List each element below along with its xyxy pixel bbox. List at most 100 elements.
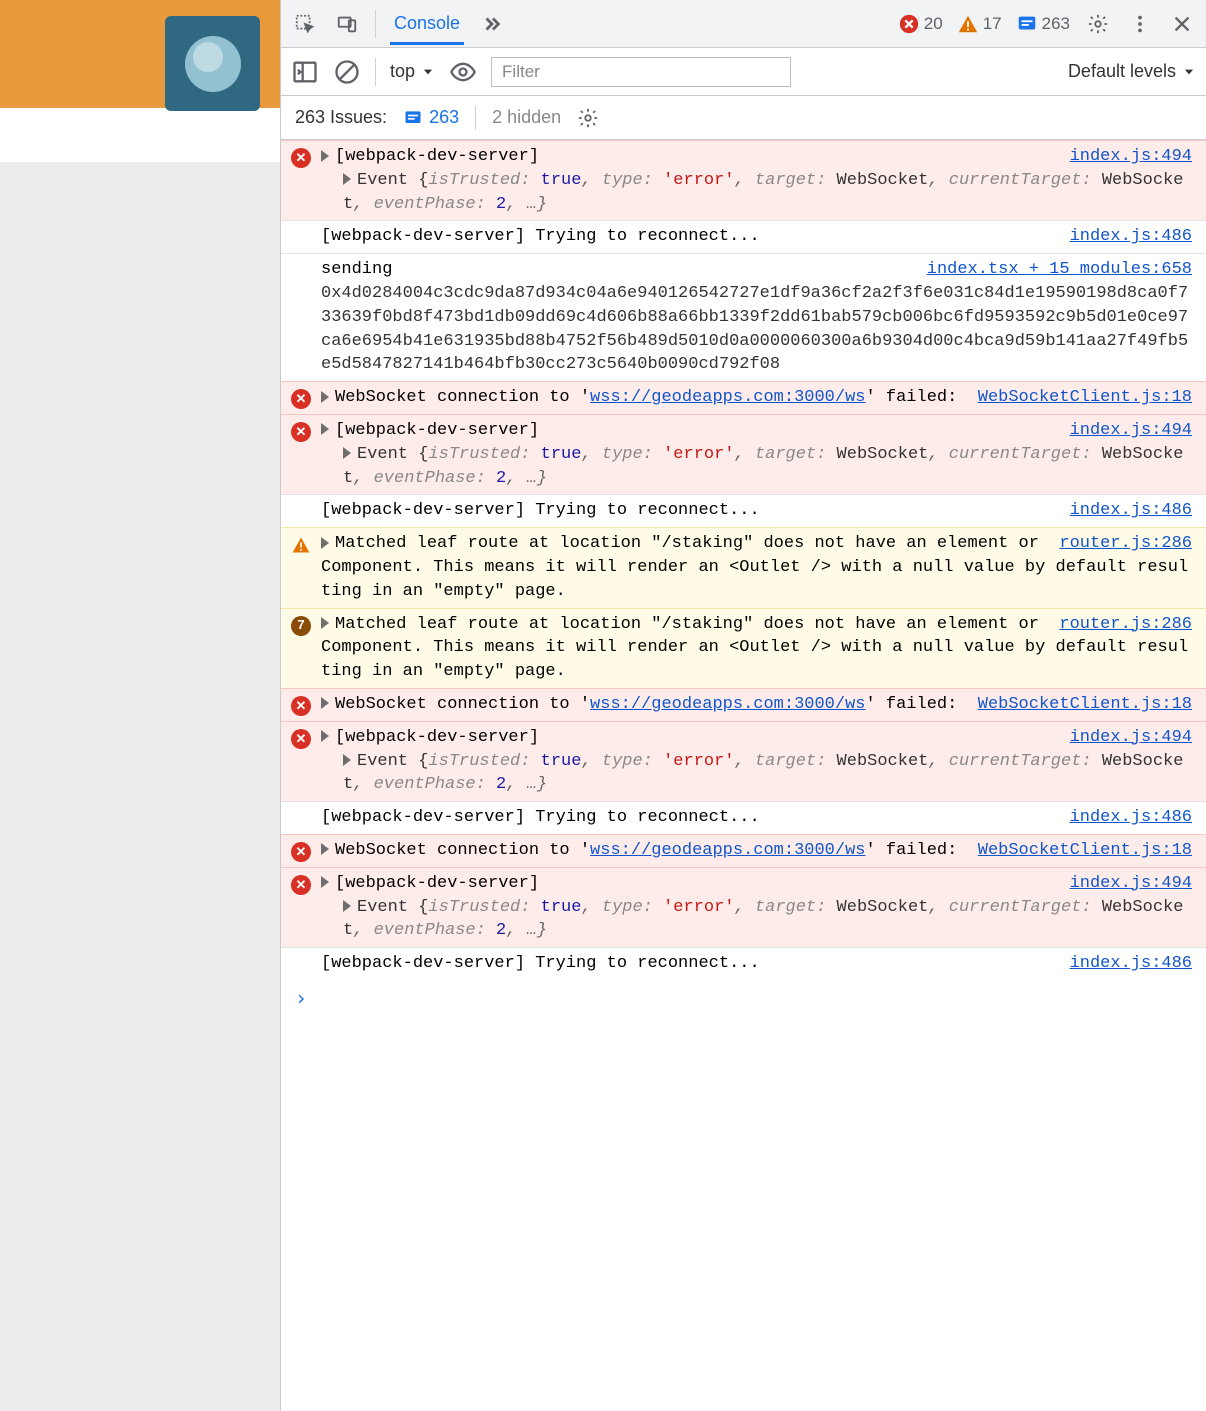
expand-icon[interactable] xyxy=(321,150,329,162)
error-count[interactable]: 20 xyxy=(898,13,943,35)
error-icon: ✕ xyxy=(291,842,311,862)
expand-icon[interactable] xyxy=(321,876,329,888)
expand-icon[interactable] xyxy=(321,391,329,403)
source-link[interactable]: index.js:494 xyxy=(1070,872,1192,896)
close-devtools-icon[interactable] xyxy=(1168,10,1196,38)
expand-icon[interactable] xyxy=(321,423,329,435)
expand-icon[interactable] xyxy=(343,447,351,459)
console-row-error[interactable]: ✕ index.js:494 [webpack-dev-server] Even… xyxy=(281,867,1206,947)
console-row-warning[interactable]: router.js:286 Matched leaf route at loca… xyxy=(281,527,1206,607)
message-text: Matched leaf route at location "/staking… xyxy=(321,534,1188,601)
divider xyxy=(375,58,376,86)
console-row-warning-repeat[interactable]: 7 router.js:286 Matched leaf route at lo… xyxy=(281,608,1206,688)
source-link[interactable]: index.js:486 xyxy=(1070,225,1192,249)
console-row-info[interactable]: index.tsx + 15 modules:658 sending 0x4d0… xyxy=(281,253,1206,381)
tab-console[interactable]: Console xyxy=(390,3,464,45)
issues-link[interactable]: 263 xyxy=(403,107,459,128)
url-link[interactable]: wss://geodeapps.com:3000/ws xyxy=(590,388,865,407)
message-text: ' failed: xyxy=(866,841,958,860)
settings-icon[interactable] xyxy=(1084,10,1112,38)
chevron-down-icon xyxy=(421,65,435,79)
toggle-sidebar-icon[interactable] xyxy=(291,58,319,86)
source-link[interactable]: WebSocketClient.js:18 xyxy=(978,386,1192,410)
divider xyxy=(375,10,376,38)
message-text: [webpack-dev-server] xyxy=(335,147,539,166)
warning-count-value: 17 xyxy=(983,14,1002,34)
console-row-info[interactable]: index.js:486 [webpack-dev-server] Trying… xyxy=(281,494,1206,527)
error-icon: ✕ xyxy=(291,148,311,168)
kebab-menu-icon[interactable] xyxy=(1126,10,1154,38)
message-text: Matched leaf route at location "/staking… xyxy=(321,615,1188,682)
expand-icon[interactable] xyxy=(321,537,329,549)
source-link[interactable]: router.js:286 xyxy=(1059,613,1192,637)
console-row-info[interactable]: index.js:486 [webpack-dev-server] Trying… xyxy=(281,220,1206,253)
source-link[interactable]: index.js:494 xyxy=(1070,419,1192,443)
message-text: [webpack-dev-server] Trying to reconnect… xyxy=(321,227,760,246)
object-preview[interactable]: Event {isTrusted: true, type: 'error', t… xyxy=(321,169,1192,217)
expand-icon[interactable] xyxy=(321,843,329,855)
error-icon: ✕ xyxy=(291,422,311,442)
expand-icon[interactable] xyxy=(321,617,329,629)
console-row-error[interactable]: ✕ index.js:494 [webpack-dev-server] Even… xyxy=(281,721,1206,801)
issues-link-count: 263 xyxy=(429,107,459,128)
url-link[interactable]: wss://geodeapps.com:3000/ws xyxy=(590,695,865,714)
hidden-issues-label[interactable]: 2 hidden xyxy=(492,107,561,128)
message-text: [webpack-dev-server] xyxy=(335,421,539,440)
message-text: ' failed: xyxy=(866,388,958,407)
console-row-error[interactable]: ✕ index.js:494 [webpack-dev-server] Even… xyxy=(281,414,1206,494)
console-filter-bar: top Default levels xyxy=(281,48,1206,96)
avatar[interactable] xyxy=(165,16,260,111)
log-levels-selector[interactable]: Default levels xyxy=(1068,61,1196,82)
console-row-info[interactable]: index.js:486 [webpack-dev-server] Trying… xyxy=(281,947,1206,980)
console-row-error[interactable]: ✕ WebSocketClient.js:18 WebSocket connec… xyxy=(281,834,1206,867)
warning-count[interactable]: 17 xyxy=(957,13,1002,35)
source-link[interactable]: index.js:494 xyxy=(1070,145,1192,169)
console-row-error[interactable]: ✕ WebSocketClient.js:18 WebSocket connec… xyxy=(281,688,1206,721)
message-text: [webpack-dev-server] Trying to reconnect… xyxy=(321,954,760,973)
issues-settings-icon[interactable] xyxy=(577,107,599,129)
avatar-icon xyxy=(185,36,241,92)
inspect-icon[interactable] xyxy=(291,10,319,38)
device-toggle-icon[interactable] xyxy=(333,10,361,38)
issues-count-value: 263 xyxy=(1042,14,1070,34)
issues-label: 263 Issues: xyxy=(295,107,387,128)
source-link[interactable]: index.js:486 xyxy=(1070,952,1192,976)
expand-icon[interactable] xyxy=(321,697,329,709)
expand-icon[interactable] xyxy=(321,730,329,742)
message-text: [webpack-dev-server] Trying to reconnect… xyxy=(321,501,760,520)
log-levels-label: Default levels xyxy=(1068,61,1176,82)
object-preview[interactable]: Event {isTrusted: true, type: 'error', t… xyxy=(321,896,1192,944)
app-body-area xyxy=(0,162,280,1411)
message-text: WebSocket connection to ' xyxy=(335,695,590,714)
source-link[interactable]: index.js:486 xyxy=(1070,806,1192,830)
console-row-error[interactable]: ✕ index.js:494 [webpack-dev-server] Even… xyxy=(281,140,1206,220)
expand-icon[interactable] xyxy=(343,173,351,185)
expand-icon[interactable] xyxy=(343,754,351,766)
message-text: [webpack-dev-server] Trying to reconnect… xyxy=(321,808,760,827)
source-link[interactable]: index.tsx + 15 modules:658 xyxy=(927,258,1192,282)
error-icon: ✕ xyxy=(291,389,311,409)
console-row-error[interactable]: ✕ WebSocketClient.js:18 WebSocket connec… xyxy=(281,381,1206,414)
more-tabs-icon[interactable] xyxy=(478,10,506,38)
object-preview[interactable]: Event {isTrusted: true, type: 'error', t… xyxy=(321,443,1192,491)
warning-icon xyxy=(291,535,311,555)
url-link[interactable]: wss://geodeapps.com:3000/ws xyxy=(590,841,865,860)
source-link[interactable]: WebSocketClient.js:18 xyxy=(978,839,1192,863)
clear-console-icon[interactable] xyxy=(333,58,361,86)
issues-count[interactable]: 263 xyxy=(1016,13,1070,35)
source-link[interactable]: WebSocketClient.js:18 xyxy=(978,693,1192,717)
source-link[interactable]: index.js:486 xyxy=(1070,499,1192,523)
console-row-info[interactable]: index.js:486 [webpack-dev-server] Trying… xyxy=(281,801,1206,834)
live-expression-icon[interactable] xyxy=(449,58,477,86)
filter-input[interactable] xyxy=(491,57,791,87)
source-link[interactable]: index.js:494 xyxy=(1070,726,1192,750)
console-prompt[interactable]: › xyxy=(281,980,1206,1016)
message-text: WebSocket connection to ' xyxy=(335,388,590,407)
console-log-area[interactable]: ✕ index.js:494 [webpack-dev-server] Even… xyxy=(281,140,1206,1411)
object-preview[interactable]: Event {isTrusted: true, type: 'error', t… xyxy=(321,750,1192,798)
error-icon: ✕ xyxy=(291,696,311,716)
context-selector[interactable]: top xyxy=(390,61,435,82)
source-link[interactable]: router.js:286 xyxy=(1059,532,1192,556)
expand-icon[interactable] xyxy=(343,900,351,912)
error-icon: ✕ xyxy=(291,875,311,895)
